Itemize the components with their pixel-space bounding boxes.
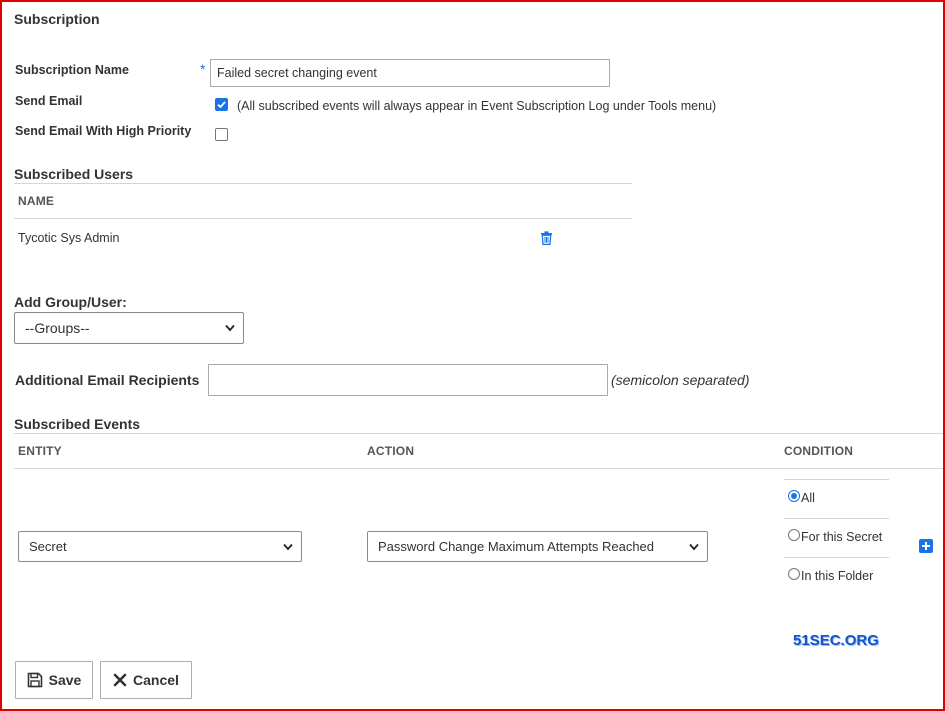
checkmark-icon [217,101,226,109]
send-email-checkbox[interactable] [215,98,228,111]
chevron-down-icon [689,543,699,550]
column-header-action: ACTION [367,444,415,458]
subscribed-events-title: Subscribed Events [14,416,141,432]
subscription-name-input[interactable] [210,59,610,87]
additional-recipients-label: Additional Email Recipients [15,372,200,388]
groups-select-value: --Groups-- [25,320,90,336]
floppy-disk-icon [27,672,42,688]
add-condition-plus-icon[interactable] [919,539,933,553]
action-select[interactable]: Password Change Maximum Attempts Reached [367,531,708,562]
watermark-text: 51SEC.ORG [793,632,879,649]
high-priority-label: Send Email With High Priority [15,124,192,138]
groups-select[interactable]: --Groups-- [14,312,244,344]
chevron-down-icon [283,543,293,550]
condition-label-all: All [801,491,815,505]
add-group-user-label: Add Group/User: [14,294,127,310]
condition-radio-folder[interactable] [788,568,800,580]
user-name-cell: Tycotic Sys Admin [18,231,120,245]
page-title: Subscription [14,11,100,27]
column-header-entity: ENTITY [18,444,62,458]
condition-radio-all[interactable] [788,490,800,502]
high-priority-checkbox[interactable] [215,128,228,141]
cancel-button-label: Cancel [133,672,179,688]
chevron-down-icon [225,324,235,332]
divider [14,218,632,219]
subscription-name-label: Subscription Name [15,63,129,77]
required-marker: * [200,61,206,77]
column-header-condition: CONDITION [784,444,854,458]
subscribed-users-title: Subscribed Users [14,166,134,182]
divider [784,479,889,480]
send-email-note: (All subscribed events will always appea… [237,99,717,113]
divider [14,468,943,469]
send-email-label: Send Email [15,94,83,108]
divider [784,518,889,519]
save-button-label: Save [48,672,82,688]
entity-select[interactable]: Secret [18,531,302,562]
trash-icon[interactable] [540,231,553,245]
divider [14,183,632,184]
condition-label-secret: For this Secret [801,530,883,544]
condition-radio-secret[interactable] [788,529,800,541]
action-select-value: Password Change Maximum Attempts Reached [378,539,655,554]
divider [14,433,943,434]
save-button[interactable]: Save [15,661,93,699]
column-header-name: NAME [18,194,55,208]
cancel-button[interactable]: Cancel [100,661,192,699]
condition-label-folder: In this Folder [801,569,874,583]
semicolon-hint: (semicolon separated) [611,372,750,388]
entity-select-value: Secret [29,539,67,554]
additional-recipients-input[interactable] [208,364,608,396]
close-icon [113,673,127,687]
divider [784,557,889,558]
